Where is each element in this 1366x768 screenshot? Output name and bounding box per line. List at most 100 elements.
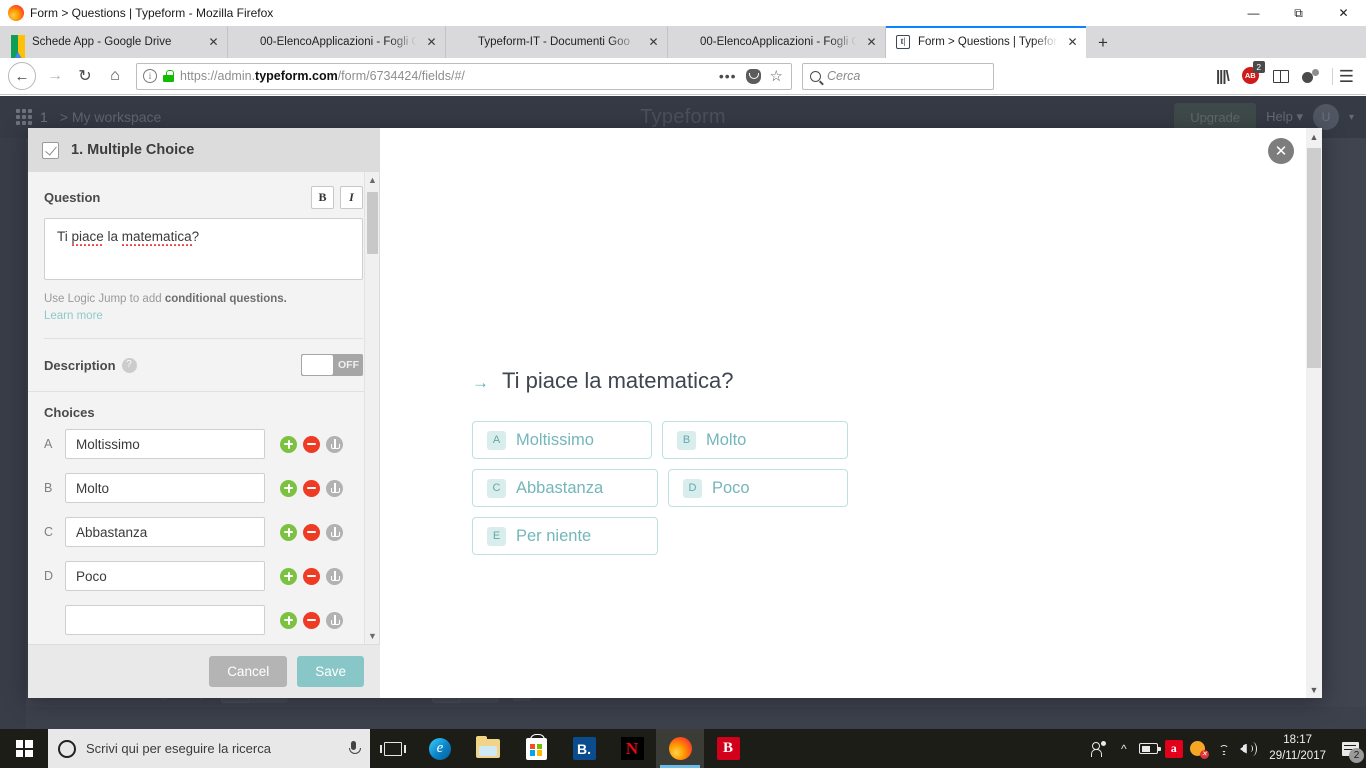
tab-close-icon[interactable]: ✕ (424, 35, 439, 50)
preview-choice[interactable]: D Poco (668, 469, 848, 507)
panel-scrollbar[interactable]: ▲ ▼ (364, 172, 379, 644)
tab-close-icon[interactable]: ✕ (206, 35, 221, 50)
add-choice-icon[interactable] (280, 611, 297, 629)
add-image-icon[interactable] (326, 567, 343, 585)
browser-tab[interactable]: Typeform-IT - Documenti Goo ✕ (446, 26, 668, 58)
add-image-icon[interactable] (326, 435, 343, 453)
cancel-button[interactable]: Cancel (209, 656, 288, 687)
add-choice-icon[interactable] (280, 479, 297, 497)
taskbar-app-firefox[interactable] (656, 729, 704, 768)
save-button[interactable]: Save (297, 656, 364, 687)
close-modal-button[interactable]: ✕ (1268, 138, 1294, 164)
search-bar[interactable]: Cerca (802, 62, 994, 90)
taskbar-app-edge[interactable] (416, 729, 464, 768)
browser-tab[interactable]: 00-ElencoApplicazioni - Fogli G ✕ (228, 26, 446, 58)
tab-close-icon[interactable]: ✕ (864, 35, 879, 50)
tab-close-icon[interactable]: ✕ (646, 35, 661, 50)
choice-input[interactable]: Poco (65, 561, 265, 592)
tab-label: 00-ElencoApplicazioni - Fogli G (700, 36, 857, 48)
volume-button[interactable] (1236, 729, 1261, 768)
learn-more-link[interactable]: Learn more (44, 308, 363, 325)
italic-button[interactable]: I (340, 186, 363, 209)
url-bar[interactable]: i https://admin.typeform.com/form/673442… (136, 62, 792, 90)
description-toggle[interactable]: OFF (301, 354, 363, 377)
close-window-button[interactable]: ✕ (1321, 0, 1366, 26)
scrollbar-thumb[interactable] (367, 192, 378, 254)
booking-icon: B. (572, 737, 596, 760)
page-actions-icon[interactable]: ••• (719, 69, 737, 83)
microphone-icon[interactable] (347, 740, 361, 757)
battery-button[interactable] (1136, 729, 1161, 768)
people-button[interactable] (1086, 729, 1111, 768)
taskbar-search[interactable]: Scrivi qui per eseguire la ricerca (48, 729, 370, 768)
question-editor-modal: 1. Multiple Choice Question B I Ti piace… (28, 128, 1322, 698)
reload-button[interactable]: ↻ (70, 62, 100, 90)
add-choice-icon[interactable] (280, 435, 297, 453)
avira-button[interactable]: a (1161, 729, 1186, 768)
bold-button[interactable]: B (311, 186, 334, 209)
add-choice-icon[interactable] (280, 567, 297, 585)
scroll-down-icon[interactable]: ▼ (1306, 681, 1322, 698)
network-button[interactable] (1211, 729, 1236, 768)
scroll-up-icon[interactable]: ▲ (365, 172, 380, 188)
choice-input[interactable]: Abbastanza (65, 517, 265, 548)
back-button[interactable]: ← (8, 62, 36, 90)
task-view-button[interactable] (370, 729, 416, 768)
scroll-down-icon[interactable]: ▼ (365, 628, 380, 644)
preview-choice[interactable]: C Abbastanza (472, 469, 658, 507)
preview-choice[interactable]: A Moltissimo (472, 421, 652, 459)
pocket-icon[interactable] (745, 68, 761, 84)
taskbar-app-booking[interactable]: B. (560, 729, 608, 768)
choice-input[interactable]: Moltissimo (65, 429, 265, 460)
hamburger-menu-icon[interactable]: ☰ (1331, 67, 1354, 85)
question-input[interactable]: Ti piace la matematica? (44, 218, 363, 280)
show-hidden-icons-button[interactable]: ^ (1111, 729, 1136, 768)
taskbar-app-red-b[interactable]: B (704, 729, 752, 768)
clock[interactable]: 18:17 29/11/2017 (1261, 729, 1334, 768)
bookmark-star-icon[interactable]: ☆ (770, 69, 783, 84)
minimize-button[interactable]: — (1231, 0, 1276, 26)
add-choice-icon[interactable] (280, 523, 297, 541)
add-image-icon[interactable] (326, 523, 343, 541)
restore-button[interactable]: ⧉ (1276, 0, 1321, 26)
browser-tab-active[interactable]: t| Form > Questions | Typeform ✕ (886, 26, 1086, 58)
preview-choice[interactable]: B Molto (662, 421, 848, 459)
url-path: /form/6734424/fields/#/ (337, 69, 465, 83)
remove-choice-icon[interactable] (303, 523, 320, 541)
preview-choice[interactable]: E Per niente (472, 517, 658, 555)
browser-tab[interactable]: Schede App - Google Drive ✕ (0, 26, 228, 64)
tab-label: Typeform-IT - Documenti Goo (478, 36, 630, 48)
notifications-button[interactable]: 2 (1334, 729, 1366, 768)
tab-close-icon[interactable]: ✕ (1065, 35, 1080, 50)
remove-choice-icon[interactable] (303, 479, 320, 497)
add-image-icon[interactable] (326, 479, 343, 497)
start-button[interactable] (0, 729, 48, 768)
new-tab-button[interactable]: + (1086, 26, 1120, 58)
choice-input[interactable]: Molto (65, 473, 265, 504)
scroll-up-icon[interactable]: ▲ (1306, 128, 1322, 145)
site-info-icon[interactable]: i (143, 69, 157, 83)
library-icon[interactable]: |||\ (1216, 69, 1230, 84)
antivirus2-button[interactable]: ✕ (1186, 729, 1211, 768)
adblock-icon[interactable]: AB 2 (1241, 61, 1265, 85)
taskbar-app-store[interactable] (512, 729, 560, 768)
browser-tab[interactable]: 00-ElencoApplicazioni - Fogli G ✕ (668, 26, 886, 58)
logic-jump-hint: Use Logic Jump to add conditional questi… (44, 291, 363, 324)
remove-choice-icon[interactable] (303, 611, 320, 629)
remove-choice-icon[interactable] (303, 567, 320, 585)
remove-choice-icon[interactable] (303, 435, 320, 453)
forward-button[interactable]: → (40, 62, 70, 90)
add-image-icon[interactable] (326, 611, 343, 629)
reader-view-icon[interactable] (1272, 69, 1289, 83)
taskbar-app-file-explorer[interactable] (464, 729, 512, 768)
typeform-icon: t| (896, 34, 911, 50)
home-button[interactable]: ⌂ (100, 62, 130, 90)
preview-scrollbar[interactable]: ▲ ▼ (1306, 128, 1322, 698)
help-icon[interactable]: ? (121, 357, 137, 373)
account-icon[interactable] (1301, 68, 1319, 84)
netflix-icon: N (620, 737, 644, 760)
edge-icon (429, 737, 451, 760)
scrollbar-thumb[interactable] (1307, 148, 1321, 368)
taskbar-app-netflix[interactable]: N (608, 729, 656, 768)
choice-input[interactable] (65, 605, 265, 636)
